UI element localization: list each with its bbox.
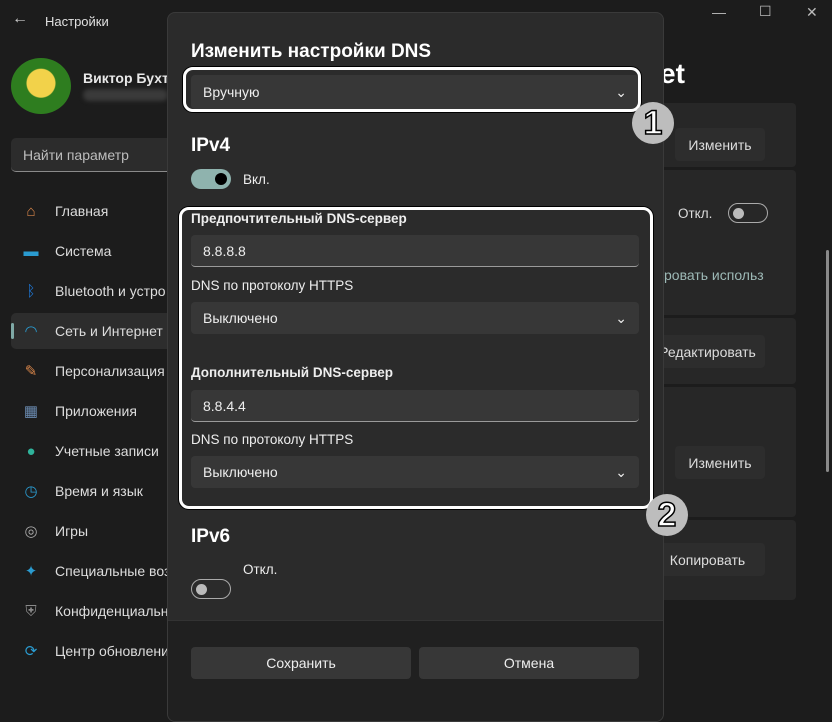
link[interactable]: ровать использ (664, 267, 764, 283)
back-button[interactable]: ← (12, 10, 28, 28)
avatar (11, 58, 71, 114)
close-button[interactable]: ✕ (806, 4, 818, 21)
update-icon: ⟳ (24, 643, 38, 660)
sidebar-item-label: Специальные воз (55, 563, 171, 579)
edit-button[interactable]: Изменить (675, 128, 765, 161)
accounts-icon: ● (26, 442, 36, 460)
settings-card: Откл. ровать использ (650, 170, 796, 315)
minimize-button[interactable]: — (712, 4, 726, 20)
wifi-icon: ◠ (24, 323, 38, 340)
highlight-frame-1 (183, 67, 641, 112)
sidebar-item[interactable]: ◷ Время и язык (11, 473, 181, 509)
ipv6-heading: IPv6 (191, 526, 231, 547)
sidebar-item[interactable]: ⟳ Центр обновлени (11, 633, 181, 669)
user-email-blurred (83, 89, 168, 101)
sidebar-item[interactable]: ● Учетные записи (11, 433, 181, 469)
bluetooth-icon: ᛒ (26, 282, 36, 300)
ipv4-toggle-label: Вкл. (243, 172, 270, 187)
sidebar-item[interactable]: ᛒ Bluetooth и устро (11, 273, 181, 309)
cancel-button[interactable]: Отмена (419, 647, 639, 679)
system-icon: ▬ (23, 242, 39, 260)
gaming-icon: ◎ (24, 523, 38, 540)
sidebar-item-label: Bluetooth и устро (55, 283, 166, 299)
search-input[interactable]: Найти параметр (11, 138, 181, 172)
apps-icon: ▦ (23, 403, 39, 420)
home-icon: ⌂ (26, 202, 36, 220)
brush-icon: ✎ (24, 363, 38, 380)
sidebar-item-label: Система (55, 243, 112, 259)
ipv6-toggle[interactable] (191, 579, 231, 599)
ipv4-heading: IPv4 (191, 135, 231, 156)
sidebar-item-label: Игры (55, 523, 89, 539)
user-name: Виктор Бухте (83, 70, 177, 86)
dialog-title: Изменить настройки DNS (191, 41, 432, 62)
toggle-label: Откл. (678, 206, 713, 221)
copy-button[interactable]: Копировать (650, 543, 765, 576)
dialog-footer: Сохранить Отмена (168, 620, 663, 721)
sidebar-item-label: Главная (55, 203, 109, 219)
sidebar-item-label: Сеть и Интернет (55, 323, 163, 339)
sidebar-item[interactable]: ⌂ Главная (11, 193, 181, 229)
annotation-badge-1: 1 (632, 102, 674, 144)
sidebar-item[interactable]: ✦ Специальные воз (11, 553, 181, 589)
sidebar-item-label: Конфиденциальн (55, 603, 169, 619)
annotation-badge-2: 2 (646, 494, 688, 536)
maximize-button[interactable]: ☐ (759, 3, 772, 20)
settings-card: Изменить (650, 103, 796, 167)
sidebar-item-label: Персонализация (55, 363, 165, 379)
sidebar-item[interactable]: ◎ Игры (11, 513, 181, 549)
sidebar-item-label: Время и язык (55, 483, 143, 499)
edit-button[interactable]: Редактировать (650, 335, 765, 368)
toggle-switch[interactable] (728, 203, 768, 223)
time-language-icon: ◷ (24, 483, 38, 500)
window-title: Настройки (45, 14, 109, 29)
sidebar-item[interactable]: ◠ Сеть и Интернет (11, 313, 181, 349)
settings-card: Редактировать (650, 318, 796, 384)
sidebar-item[interactable]: ⛨ Конфиденциальн (11, 593, 181, 629)
sidebar-item-label: Приложения (55, 403, 137, 419)
sidebar-item[interactable]: ▬ Система (11, 233, 181, 269)
sidebar-item-label: Центр обновлени (55, 643, 169, 659)
ipv6-toggle-label: Откл. (243, 562, 278, 577)
ipv4-toggle[interactable] (191, 169, 231, 189)
highlight-frame-2 (179, 207, 653, 509)
sidebar-item[interactable]: ▦ Приложения (11, 393, 181, 429)
sidebar-item-label: Учетные записи (55, 443, 159, 459)
save-button[interactable]: Сохранить (191, 647, 411, 679)
edit-button[interactable]: Изменить (675, 446, 765, 479)
scrollbar[interactable] (826, 250, 829, 472)
accessibility-icon: ✦ (24, 563, 38, 580)
sidebar-item[interactable]: ✎ Персонализация (11, 353, 181, 389)
shield-icon: ⛨ (25, 602, 37, 620)
